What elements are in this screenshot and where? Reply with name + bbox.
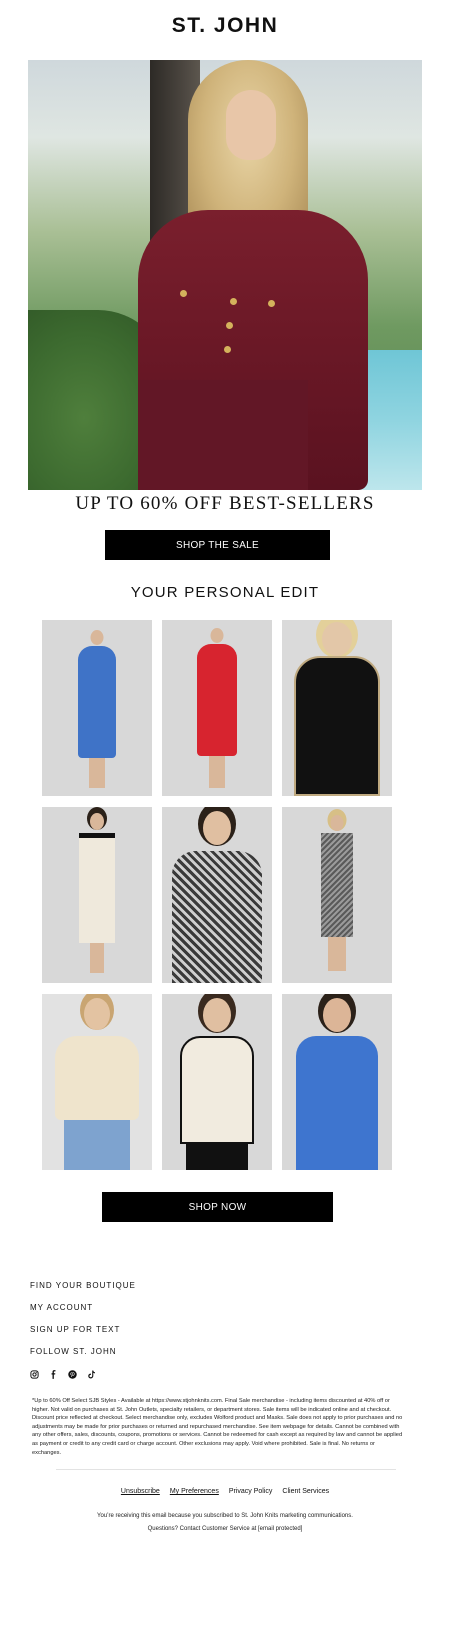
sale-headline: UP TO 60% OFF BEST-SELLERS xyxy=(75,493,375,514)
model-head xyxy=(203,811,231,845)
hero-image[interactable] xyxy=(28,60,422,490)
unsubscribe-link[interactable]: Unsubscribe xyxy=(121,1488,160,1495)
model-head xyxy=(84,998,110,1030)
ivory-dress xyxy=(79,833,115,943)
cream-cardigan xyxy=(55,1036,139,1120)
blue-blazer xyxy=(296,1036,378,1170)
social-icons xyxy=(30,1370,96,1379)
model-head xyxy=(322,622,352,656)
preferences-link[interactable]: My Preferences xyxy=(170,1488,219,1495)
model-legs xyxy=(209,756,225,788)
model-head xyxy=(330,815,344,831)
tiktok-icon[interactable] xyxy=(87,1370,96,1379)
model-legs xyxy=(89,758,105,788)
model-face xyxy=(226,90,276,160)
black-jacket xyxy=(294,656,380,796)
blue-jeans xyxy=(64,1120,130,1170)
model-head xyxy=(90,813,104,830)
product-tile-blue-wrap-dress[interactable] xyxy=(42,620,152,796)
model-head xyxy=(210,628,224,643)
facebook-icon[interactable] xyxy=(49,1370,58,1379)
model-legs xyxy=(328,937,346,971)
footer-links: FIND YOUR BOUTIQUE MY ACCOUNT SIGN UP FO… xyxy=(30,1280,136,1368)
product-tile-blue-blazer-suit[interactable] xyxy=(282,994,392,1170)
privacy-policy-link[interactable]: Privacy Policy xyxy=(229,1488,273,1495)
instagram-icon[interactable] xyxy=(30,1370,39,1379)
bottom-nav: Unsubscribe My Preferences Privacy Polic… xyxy=(0,1488,450,1495)
sale-disclaimer: *Up to 60% Off Select SJB Styles - Avail… xyxy=(32,1398,403,1456)
red-dress xyxy=(197,644,237,756)
gold-button xyxy=(224,346,231,353)
footer-link-text-signup[interactable]: SIGN UP FOR TEXT xyxy=(30,1324,136,1346)
burgundy-skirt xyxy=(138,380,308,490)
houndstooth-blazer xyxy=(172,851,262,983)
gold-button xyxy=(226,322,233,329)
footer-link-follow[interactable]: FOLLOW ST. JOHN xyxy=(30,1346,136,1368)
contact-note: Questions? Contact Customer Service at [… xyxy=(147,1526,303,1532)
product-tile-houndstooth-blazer[interactable] xyxy=(162,807,272,983)
client-services-link[interactable]: Client Services xyxy=(282,1488,329,1495)
ivory-blazer xyxy=(180,1036,254,1144)
gold-button xyxy=(268,300,275,307)
product-tile-ivory-blazer[interactable] xyxy=(162,994,272,1170)
gold-button xyxy=(180,290,187,297)
product-tile-ivory-knit-dress[interactable] xyxy=(42,807,152,983)
product-tile-cream-cardigan[interactable] xyxy=(42,994,152,1170)
sequin-dress xyxy=(321,833,353,937)
model-legs xyxy=(90,943,104,973)
pinterest-icon[interactable] xyxy=(68,1370,77,1379)
footer-divider xyxy=(56,1469,396,1470)
model-head xyxy=(323,998,351,1032)
model-head xyxy=(203,998,231,1032)
shop-the-sale-button[interactable]: SHOP THE SALE xyxy=(105,530,330,560)
product-tile-sequin-dress[interactable] xyxy=(282,807,392,983)
footer-link-account[interactable]: MY ACCOUNT xyxy=(30,1302,136,1324)
product-tile-black-tweed-jacket[interactable] xyxy=(282,620,392,796)
personal-edit-title: YOUR PERSONAL EDIT xyxy=(130,584,320,601)
blue-dress xyxy=(78,646,116,758)
model-head xyxy=(90,630,104,645)
shop-now-button[interactable]: SHOP NOW xyxy=(102,1192,333,1222)
subscription-note: You’re receiving this email because you … xyxy=(97,1513,353,1519)
footer-link-boutique[interactable]: FIND YOUR BOUTIQUE xyxy=(30,1280,136,1302)
product-grid xyxy=(42,620,392,1170)
black-pants xyxy=(186,1144,248,1170)
gold-button xyxy=(230,298,237,305)
brand-logo[interactable]: ST. JOHN xyxy=(0,14,450,38)
product-tile-red-long-dress[interactable] xyxy=(162,620,272,796)
